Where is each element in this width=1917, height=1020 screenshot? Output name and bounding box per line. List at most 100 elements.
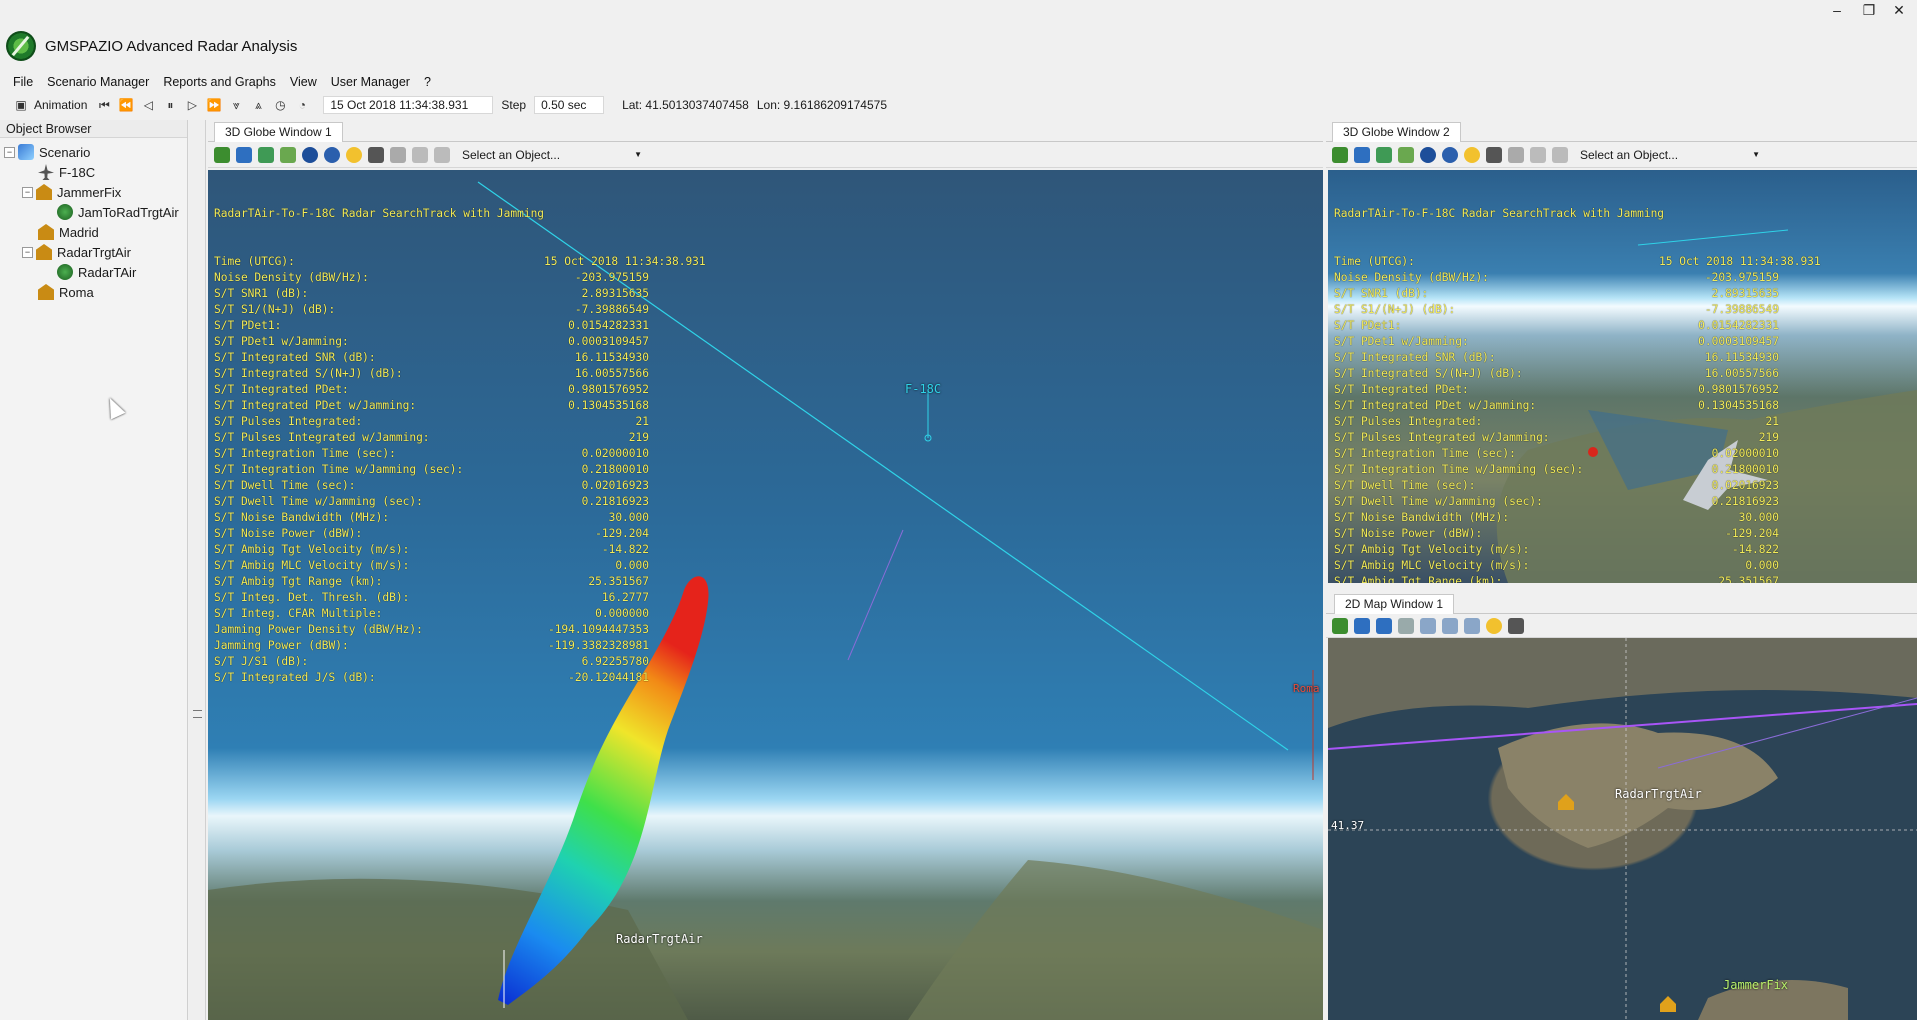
overlay-row-label: S/T Dwell Time w/Jamming (sec): bbox=[214, 495, 423, 508]
overlay-row: Noise Density (dBW/Hz): -203.975159 bbox=[1334, 270, 1779, 286]
layers-icon[interactable] bbox=[1442, 617, 1458, 634]
zoom-out-icon[interactable] bbox=[1376, 617, 1392, 634]
layout-icon[interactable] bbox=[1464, 617, 1480, 634]
scenario-icon bbox=[18, 144, 34, 160]
menu-user-manager[interactable]: User Manager bbox=[324, 72, 417, 92]
home-view-icon[interactable] bbox=[214, 146, 230, 163]
settings-icon[interactable] bbox=[1552, 146, 1568, 163]
step-field[interactable]: 0.50 sec bbox=[534, 96, 605, 114]
animation-toolbar: ▣ Animation ⏮ ⏪ ◁ ⏸ ▷ ⏩ ⩔ ⩓ ◷ ◔ 15 Oct 2… bbox=[0, 94, 1917, 116]
menu-reports-and-graphs[interactable]: Reports and Graphs bbox=[156, 72, 283, 92]
zoom-out-icon[interactable] bbox=[1376, 146, 1392, 163]
slower-icon[interactable]: ⩔ bbox=[227, 97, 245, 113]
chevron-down-icon: ▼ bbox=[634, 150, 642, 159]
tree-item-jamtoradtrgtair[interactable]: JamToRadTrgtAir bbox=[57, 202, 179, 222]
splitter-grip-icon[interactable] bbox=[193, 710, 202, 718]
realtime-icon[interactable]: ◷ bbox=[271, 97, 289, 113]
layer-icon[interactable] bbox=[1420, 617, 1436, 634]
clock-icon[interactable]: ◔ bbox=[293, 97, 311, 113]
collapse-icon[interactable]: − bbox=[4, 146, 15, 158]
overlay-row-label: S/T Integration Time (sec): bbox=[1334, 447, 1516, 460]
sun-icon[interactable] bbox=[1464, 146, 1480, 163]
sun-icon[interactable] bbox=[346, 146, 362, 163]
overlay-row-label: Jamming Power (dBW): bbox=[214, 639, 349, 652]
tree-item-radartair[interactable]: RadarTAir bbox=[57, 262, 136, 282]
globe1-object-select[interactable]: Select an Object... ▼ bbox=[462, 148, 642, 162]
globe2-object-select[interactable]: Select an Object... ▼ bbox=[1580, 148, 1760, 162]
overlay-row-label: S/T Pulses Integrated w/Jamming: bbox=[214, 431, 430, 444]
play-reverse-icon[interactable]: ◁ bbox=[139, 97, 157, 113]
radar-data-overlay: RadarTAir-To-F-18C Radar SearchTrack wit… bbox=[214, 174, 706, 686]
close-button[interactable]: ✕ bbox=[1886, 2, 1912, 19]
view-from-icon[interactable] bbox=[1398, 146, 1414, 163]
earth-icon[interactable] bbox=[324, 146, 340, 163]
overlay-row: S/T Integrated SNR (dB): 16.11534930 bbox=[1334, 350, 1779, 366]
menu-file[interactable]: File bbox=[6, 72, 40, 92]
overlay-row: Time (UTCG): 15 Oct 2018 11:34:38.931 bbox=[214, 254, 706, 270]
properties-icon[interactable] bbox=[1530, 146, 1546, 163]
overlay-row: S/T Integrated PDet w/Jamming: 0.13045351… bbox=[214, 398, 649, 414]
facility-icon bbox=[36, 184, 52, 200]
measure-icon[interactable] bbox=[1508, 146, 1524, 163]
globe-icon[interactable] bbox=[302, 146, 318, 163]
pause-icon[interactable]: ⏸ bbox=[161, 97, 179, 113]
overlay-row-value: 0.0003109457 bbox=[1698, 335, 1779, 348]
home-view-icon[interactable] bbox=[1332, 617, 1348, 634]
home-view-icon[interactable] bbox=[1332, 146, 1348, 163]
tree-item-jammerfix[interactable]: − JammerFix bbox=[22, 182, 121, 202]
globe1-viewport[interactable]: RadarTAir-To-F-18C Radar SearchTrack wit… bbox=[208, 170, 1323, 1020]
globe2-viewport[interactable]: RadarTAir-To-F-18C Radar SearchTrack wit… bbox=[1328, 170, 1917, 583]
tree-item-radartrgtair[interactable]: − RadarTrgtAir bbox=[22, 242, 131, 262]
collapse-icon[interactable]: − bbox=[22, 246, 33, 258]
earth-icon[interactable] bbox=[1442, 146, 1458, 163]
snapshot-icon[interactable] bbox=[1486, 146, 1502, 163]
globe-icon[interactable] bbox=[1420, 146, 1436, 163]
overlay-row: S/T Ambig Tgt Range (km): 25.351567 bbox=[1334, 574, 1779, 583]
overlay-row-label: S/T Integrated PDet: bbox=[1334, 383, 1469, 396]
minimize-button[interactable]: – bbox=[1824, 2, 1850, 18]
faster-icon[interactable]: ⩓ bbox=[249, 97, 267, 113]
tree-item-scenario[interactable]: − Scenario bbox=[4, 142, 90, 162]
step-forward-icon[interactable]: ⏩ bbox=[205, 97, 223, 113]
save-icon[interactable]: ▣ bbox=[12, 97, 30, 113]
pan-icon[interactable] bbox=[1398, 617, 1414, 634]
panel-splitter[interactable] bbox=[189, 120, 206, 1020]
tab-globe-window-2[interactable]: 3D Globe Window 2 bbox=[1332, 122, 1461, 142]
properties-icon[interactable] bbox=[412, 146, 428, 163]
play-icon[interactable]: ▷ bbox=[183, 97, 201, 113]
zoom-in-icon[interactable] bbox=[1354, 146, 1370, 163]
sun-icon[interactable] bbox=[1486, 617, 1502, 634]
tree-item-f18c[interactable]: F-18C bbox=[38, 162, 95, 182]
zoom-in-icon[interactable] bbox=[1354, 617, 1370, 634]
snapshot-icon[interactable] bbox=[1508, 617, 1524, 634]
zoom-out-icon[interactable] bbox=[258, 146, 274, 163]
overlay-title: RadarTAir-To-F-18C Radar SearchTrack wit… bbox=[214, 207, 545, 220]
overlay-row-value: 0.0154282331 bbox=[568, 319, 649, 332]
overlay-row-label: S/T Integrated PDet w/Jamming: bbox=[1334, 399, 1537, 412]
reset-icon[interactable]: ⏮ bbox=[95, 97, 113, 113]
animation-time-field[interactable]: 15 Oct 2018 11:34:38.931 bbox=[323, 96, 494, 114]
maximize-button[interactable]: ❐ bbox=[1856, 2, 1882, 19]
step-back-icon[interactable]: ⏪ bbox=[117, 97, 135, 113]
overlay-row-label: S/T SNR1 (dB): bbox=[1334, 287, 1429, 300]
overlay-row-value: -14.822 bbox=[601, 543, 649, 556]
collapse-icon[interactable]: − bbox=[22, 186, 33, 198]
overlay-row: S/T Integ. Det. Thresh. (dB): 16.2777 bbox=[214, 590, 649, 606]
tab-globe-window-1[interactable]: 3D Globe Window 1 bbox=[214, 122, 343, 142]
tab-map-window-1[interactable]: 2D Map Window 1 bbox=[1334, 594, 1455, 614]
measure-icon[interactable] bbox=[390, 146, 406, 163]
map-viewport[interactable]: 41.37 RadarTrgtAir JammerFix bbox=[1328, 638, 1917, 1020]
object-browser: Object Browser − Scenario F-18C − Jammer… bbox=[0, 120, 188, 1020]
settings-icon[interactable] bbox=[434, 146, 450, 163]
zoom-in-icon[interactable] bbox=[236, 146, 252, 163]
tree-item-madrid[interactable]: Madrid bbox=[38, 222, 99, 242]
view-from-icon[interactable] bbox=[280, 146, 296, 163]
snapshot-icon[interactable] bbox=[368, 146, 384, 163]
tree-item-roma[interactable]: Roma bbox=[38, 282, 94, 302]
overlay-row: S/T SNR1 (dB): 2.89315635 bbox=[1334, 286, 1779, 302]
menu-help[interactable]: ? bbox=[417, 72, 438, 92]
overlay-row: S/T Ambig Tgt Range (km): 25.351567 bbox=[214, 574, 649, 590]
overlay-row: Time (UTCG): 15 Oct 2018 11:34:38.931 bbox=[1334, 254, 1821, 270]
menu-scenario-manager[interactable]: Scenario Manager bbox=[40, 72, 156, 92]
menu-view[interactable]: View bbox=[283, 72, 324, 92]
